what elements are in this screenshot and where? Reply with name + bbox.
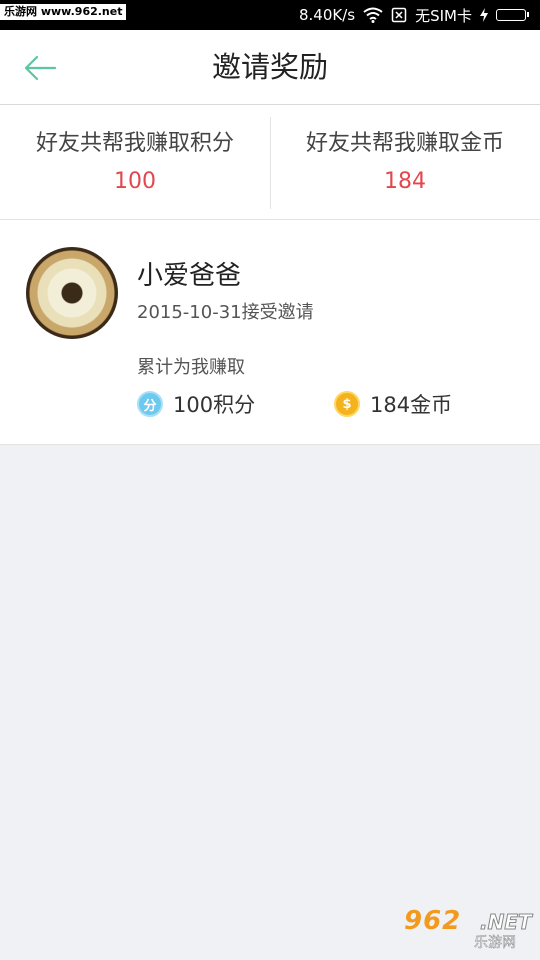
earnings-summary: 好友共帮我赚取积分 100 好友共帮我赚取金币 184 — [0, 105, 540, 220]
arrow-left-icon — [24, 55, 56, 81]
coins-summary-label: 好友共帮我赚取金币 — [305, 131, 504, 156]
status-bar: 乐游网 www.962.net 8.40K/s 无SIM卡 — [0, 0, 540, 30]
charging-icon — [480, 8, 488, 22]
invite-date: 2015-10-31接受邀请 — [137, 302, 314, 323]
wifi-icon — [363, 7, 383, 23]
earned-coins: $ 184金币 — [334, 389, 452, 419]
friend-name: 小爱爸爸 — [137, 261, 242, 291]
no-sim-icon — [391, 7, 407, 23]
network-speed: 8.40K/s — [299, 6, 356, 24]
points-summary-value: 100 — [114, 169, 156, 194]
page-title: 邀请奖励 — [211, 50, 328, 84]
invited-friend-card[interactable]: 小爱爸爸 2015-10-31接受邀请 累计为我赚取 分 100积分 $ 184… — [0, 220, 540, 445]
earned-label: 累计为我赚取 — [137, 357, 245, 378]
avatar — [26, 247, 118, 339]
watermark-sub: 乐游网 — [474, 935, 517, 952]
watermark-net: .NET — [480, 910, 533, 935]
watermark-top: 乐游网 www.962.net — [0, 4, 127, 20]
coin-icon: $ — [334, 391, 360, 417]
back-button[interactable] — [20, 50, 60, 86]
battery-icon — [496, 9, 529, 21]
sim-status: 无SIM卡 — [415, 6, 472, 25]
earned-points-text: 100积分 — [173, 393, 256, 417]
points-icon: 分 — [137, 391, 163, 417]
points-summary-label: 好友共帮我赚取积分 — [35, 131, 234, 156]
header: 邀请奖励 — [0, 30, 540, 105]
earned-coins-text: 184金币 — [370, 393, 453, 417]
earned-points: 分 100积分 — [137, 389, 255, 419]
watermark-bottom: 962 .NET 乐游网 — [404, 906, 534, 952]
coins-summary-value: 184 — [384, 169, 426, 194]
points-summary: 好友共帮我赚取积分 100 — [0, 105, 270, 219]
status-icons: 8.40K/s 无SIM卡 — [299, 0, 529, 30]
watermark-number: 962 — [404, 906, 462, 936]
coins-summary: 好友共帮我赚取金币 184 — [270, 105, 540, 219]
